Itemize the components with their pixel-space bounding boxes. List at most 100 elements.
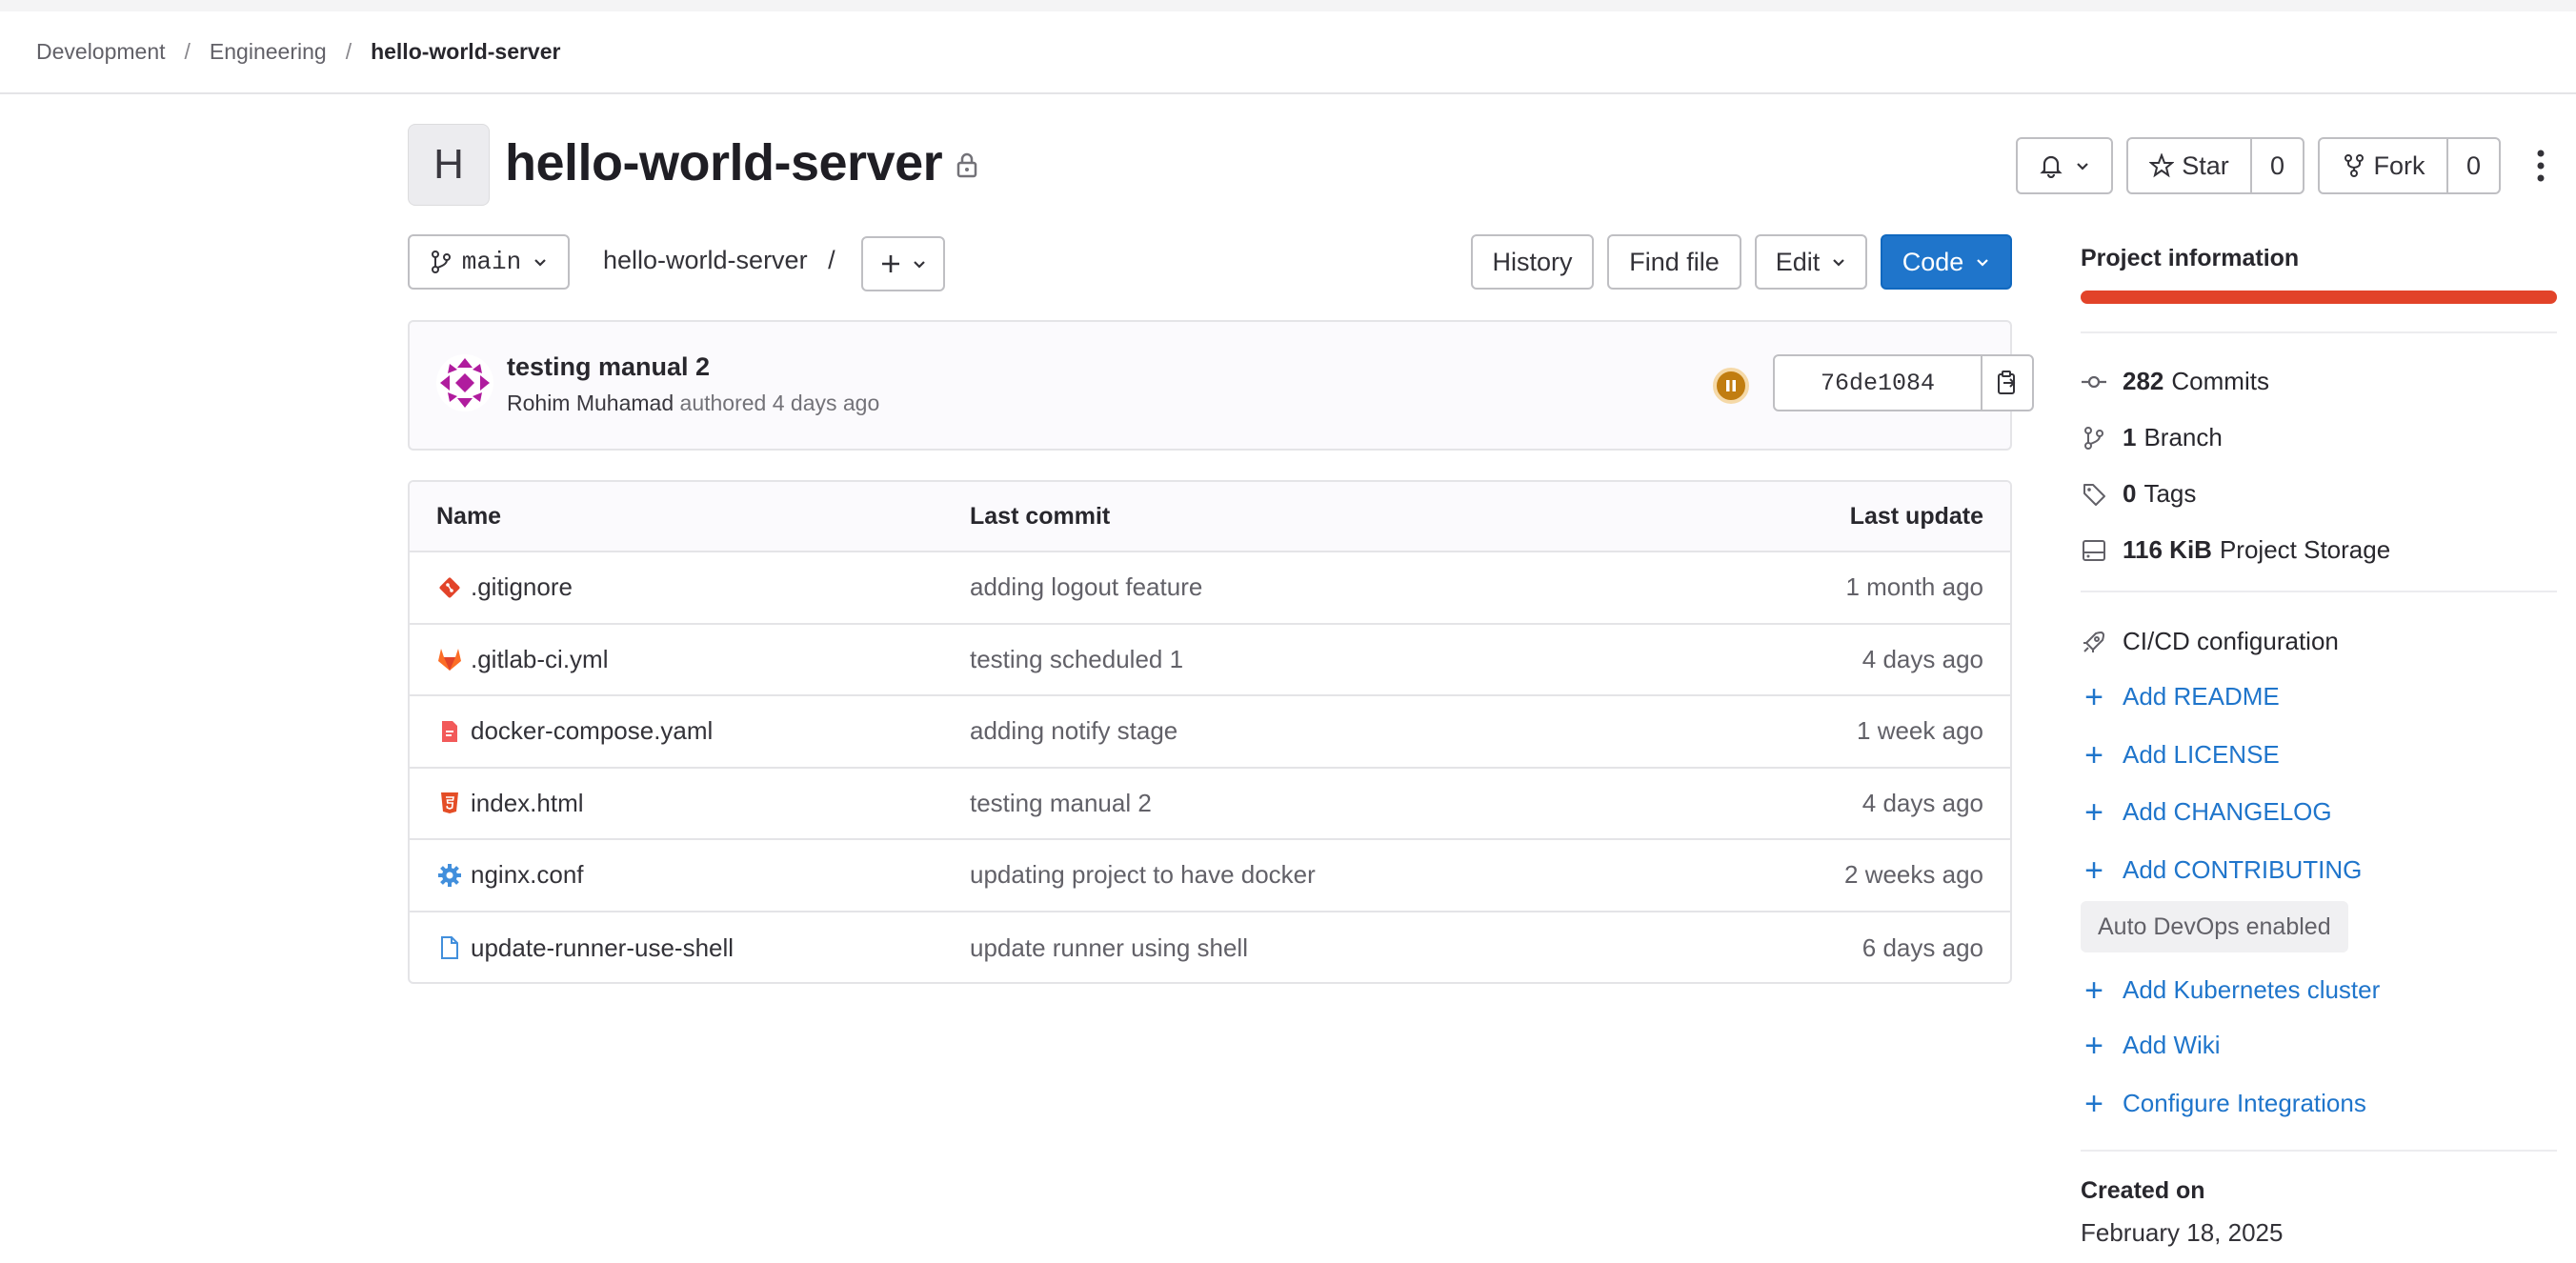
breadcrumb-separator: / xyxy=(345,39,352,64)
star-button[interactable]: Star xyxy=(2128,139,2250,192)
file-last-commit[interactable]: update runner using shell xyxy=(970,912,1248,983)
file-last-commit[interactable]: adding logout feature xyxy=(970,552,1202,623)
commit-author[interactable]: Rohim Muhamad xyxy=(507,391,674,415)
column-header-name: Name xyxy=(436,502,502,530)
configure-integrations-link[interactable]: + Configure Integrations xyxy=(2081,1085,2366,1122)
add-license-label: Add LICENSE xyxy=(2123,740,2280,769)
history-button[interactable]: History xyxy=(1471,234,1594,290)
divider xyxy=(2081,1150,2557,1152)
commit-title[interactable]: testing manual 2 xyxy=(507,352,710,382)
repository-language-bar xyxy=(2081,291,2557,304)
branch-icon xyxy=(431,251,451,273)
storage-link[interactable]: 116 KiB Project Storage xyxy=(2081,535,2390,565)
code-button[interactable]: Code xyxy=(1881,234,2012,290)
copy-sha-button[interactable] xyxy=(1981,354,2034,411)
plus-icon: + xyxy=(2084,972,2103,1009)
breadcrumb-engineering[interactable]: Engineering xyxy=(210,39,327,65)
tags-link[interactable]: 0 Tags xyxy=(2081,479,2196,509)
tag-icon xyxy=(2081,481,2107,508)
breadcrumb-development[interactable]: Development xyxy=(36,39,166,65)
table-row[interactable]: index.html testing manual 2 4 days ago xyxy=(410,769,2010,840)
add-wiki-label: Add Wiki xyxy=(2123,1031,2221,1059)
add-contributing-label: Add CONTRIBUTING xyxy=(2123,855,2363,884)
add-kubernetes-label: Add Kubernetes cluster xyxy=(2123,975,2381,1004)
fork-count[interactable]: 0 xyxy=(2446,139,2499,192)
file-name[interactable]: .gitignore xyxy=(471,572,573,602)
file-last-commit[interactable]: updating project to have docker xyxy=(970,840,1316,911)
tags-count: 0 xyxy=(2123,479,2137,508)
add-license-link[interactable]: + Add LICENSE xyxy=(2081,739,2280,772)
file-name[interactable]: .gitlab-ci.yml xyxy=(471,645,608,674)
file-name[interactable]: index.html xyxy=(471,789,584,818)
chevron-down-icon xyxy=(534,259,546,267)
edit-button[interactable]: Edit xyxy=(1755,234,1867,290)
storage-label: Project Storage xyxy=(2219,535,2391,564)
git-icon xyxy=(436,574,463,601)
storage-icon xyxy=(2081,537,2107,564)
file-last-update: 4 days ago xyxy=(1862,644,1983,673)
table-row[interactable]: .gitlab-ci.yml testing scheduled 1 4 day… xyxy=(410,625,2010,696)
star-button-group: Star 0 xyxy=(2126,137,2304,194)
plus-icon: + xyxy=(2084,678,2103,715)
table-row[interactable]: nginx.conf updating project to have dock… xyxy=(410,840,2010,912)
chevron-down-icon xyxy=(2077,163,2088,170)
file-last-commit[interactable]: testing scheduled 1 xyxy=(970,625,1183,695)
add-readme-link[interactable]: + Add README xyxy=(2081,678,2280,715)
find-file-button[interactable]: Find file xyxy=(1607,234,1741,290)
add-changelog-link[interactable]: + Add CHANGELOG xyxy=(2081,796,2332,829)
repo-path: hello-world-server / xyxy=(603,246,835,275)
file-last-update: 1 month ago xyxy=(1845,572,1983,602)
table-row[interactable]: .gitignore adding logout feature 1 month… xyxy=(410,552,2010,625)
cicd-label: CI/CD configuration xyxy=(2123,627,2339,655)
avatar[interactable] xyxy=(436,354,493,411)
auto-devops-badge[interactable]: Auto DevOps enabled xyxy=(2081,901,2348,952)
gear-icon xyxy=(436,862,463,889)
divider xyxy=(2081,591,2557,592)
file-name[interactable]: docker-compose.yaml xyxy=(471,716,713,746)
breadcrumb-separator: / xyxy=(184,39,191,64)
rocket-icon xyxy=(2081,629,2107,655)
yaml-file-icon xyxy=(436,718,463,745)
plus-icon: + xyxy=(2084,1085,2103,1122)
table-row[interactable]: docker-compose.yaml adding notify stage … xyxy=(410,696,2010,769)
file-last-update: 4 days ago xyxy=(1862,788,1983,817)
project-avatar: H xyxy=(408,124,490,206)
commits-label: Commits xyxy=(2171,367,2269,395)
fork-button[interactable]: Fork xyxy=(2320,139,2446,192)
branches-label: Branch xyxy=(2143,423,2223,451)
file-name[interactable]: nginx.conf xyxy=(471,860,584,890)
commits-link[interactable]: 282 Commits xyxy=(2081,367,2269,396)
file-last-update: 6 days ago xyxy=(1862,932,1983,962)
branch-selector[interactable]: main xyxy=(408,234,570,290)
column-header-last-update: Last update xyxy=(1849,502,1983,530)
table-header: Name Last commit Last update xyxy=(410,482,2010,552)
breadcrumb-current[interactable]: hello-world-server xyxy=(371,39,560,65)
pause-icon xyxy=(1726,380,1736,391)
pipeline-status-icon[interactable] xyxy=(1713,368,1749,404)
path-root-link[interactable]: hello-world-server xyxy=(603,246,808,274)
column-header-last-commit: Last commit xyxy=(970,502,1111,530)
add-changelog-label: Add CHANGELOG xyxy=(2123,797,2332,826)
cicd-configuration-link[interactable]: CI/CD configuration xyxy=(2081,627,2339,656)
commit-sha[interactable]: 76de1084 xyxy=(1773,354,1982,411)
more-actions-button[interactable] xyxy=(2529,147,2552,185)
project-information-heading: Project information xyxy=(2081,245,2300,271)
notifications-button[interactable] xyxy=(2016,137,2113,194)
add-to-tree-button[interactable] xyxy=(861,236,945,291)
chevron-down-icon xyxy=(1833,259,1845,267)
branches-link[interactable]: 1 Branch xyxy=(2081,423,2223,452)
chevron-down-icon xyxy=(1977,259,1989,267)
add-contributing-link[interactable]: + Add CONTRIBUTING xyxy=(2081,854,2363,887)
file-table: Name Last commit Last update .gitignore … xyxy=(408,480,2012,984)
path-separator: / xyxy=(828,246,835,274)
add-wiki-link[interactable]: + Add Wiki xyxy=(2081,1030,2221,1062)
star-icon xyxy=(2149,153,2175,178)
file-last-commit[interactable]: adding notify stage xyxy=(970,696,1177,767)
add-kubernetes-cluster-link[interactable]: + Add Kubernetes cluster xyxy=(2081,972,2381,1009)
table-row[interactable]: update-runner-use-shell update runner us… xyxy=(410,912,2010,983)
file-name[interactable]: update-runner-use-shell xyxy=(471,933,734,963)
star-count[interactable]: 0 xyxy=(2250,139,2303,192)
lock-icon xyxy=(956,152,977,178)
top-strip xyxy=(0,0,2576,11)
file-last-commit[interactable]: testing manual 2 xyxy=(970,769,1152,839)
